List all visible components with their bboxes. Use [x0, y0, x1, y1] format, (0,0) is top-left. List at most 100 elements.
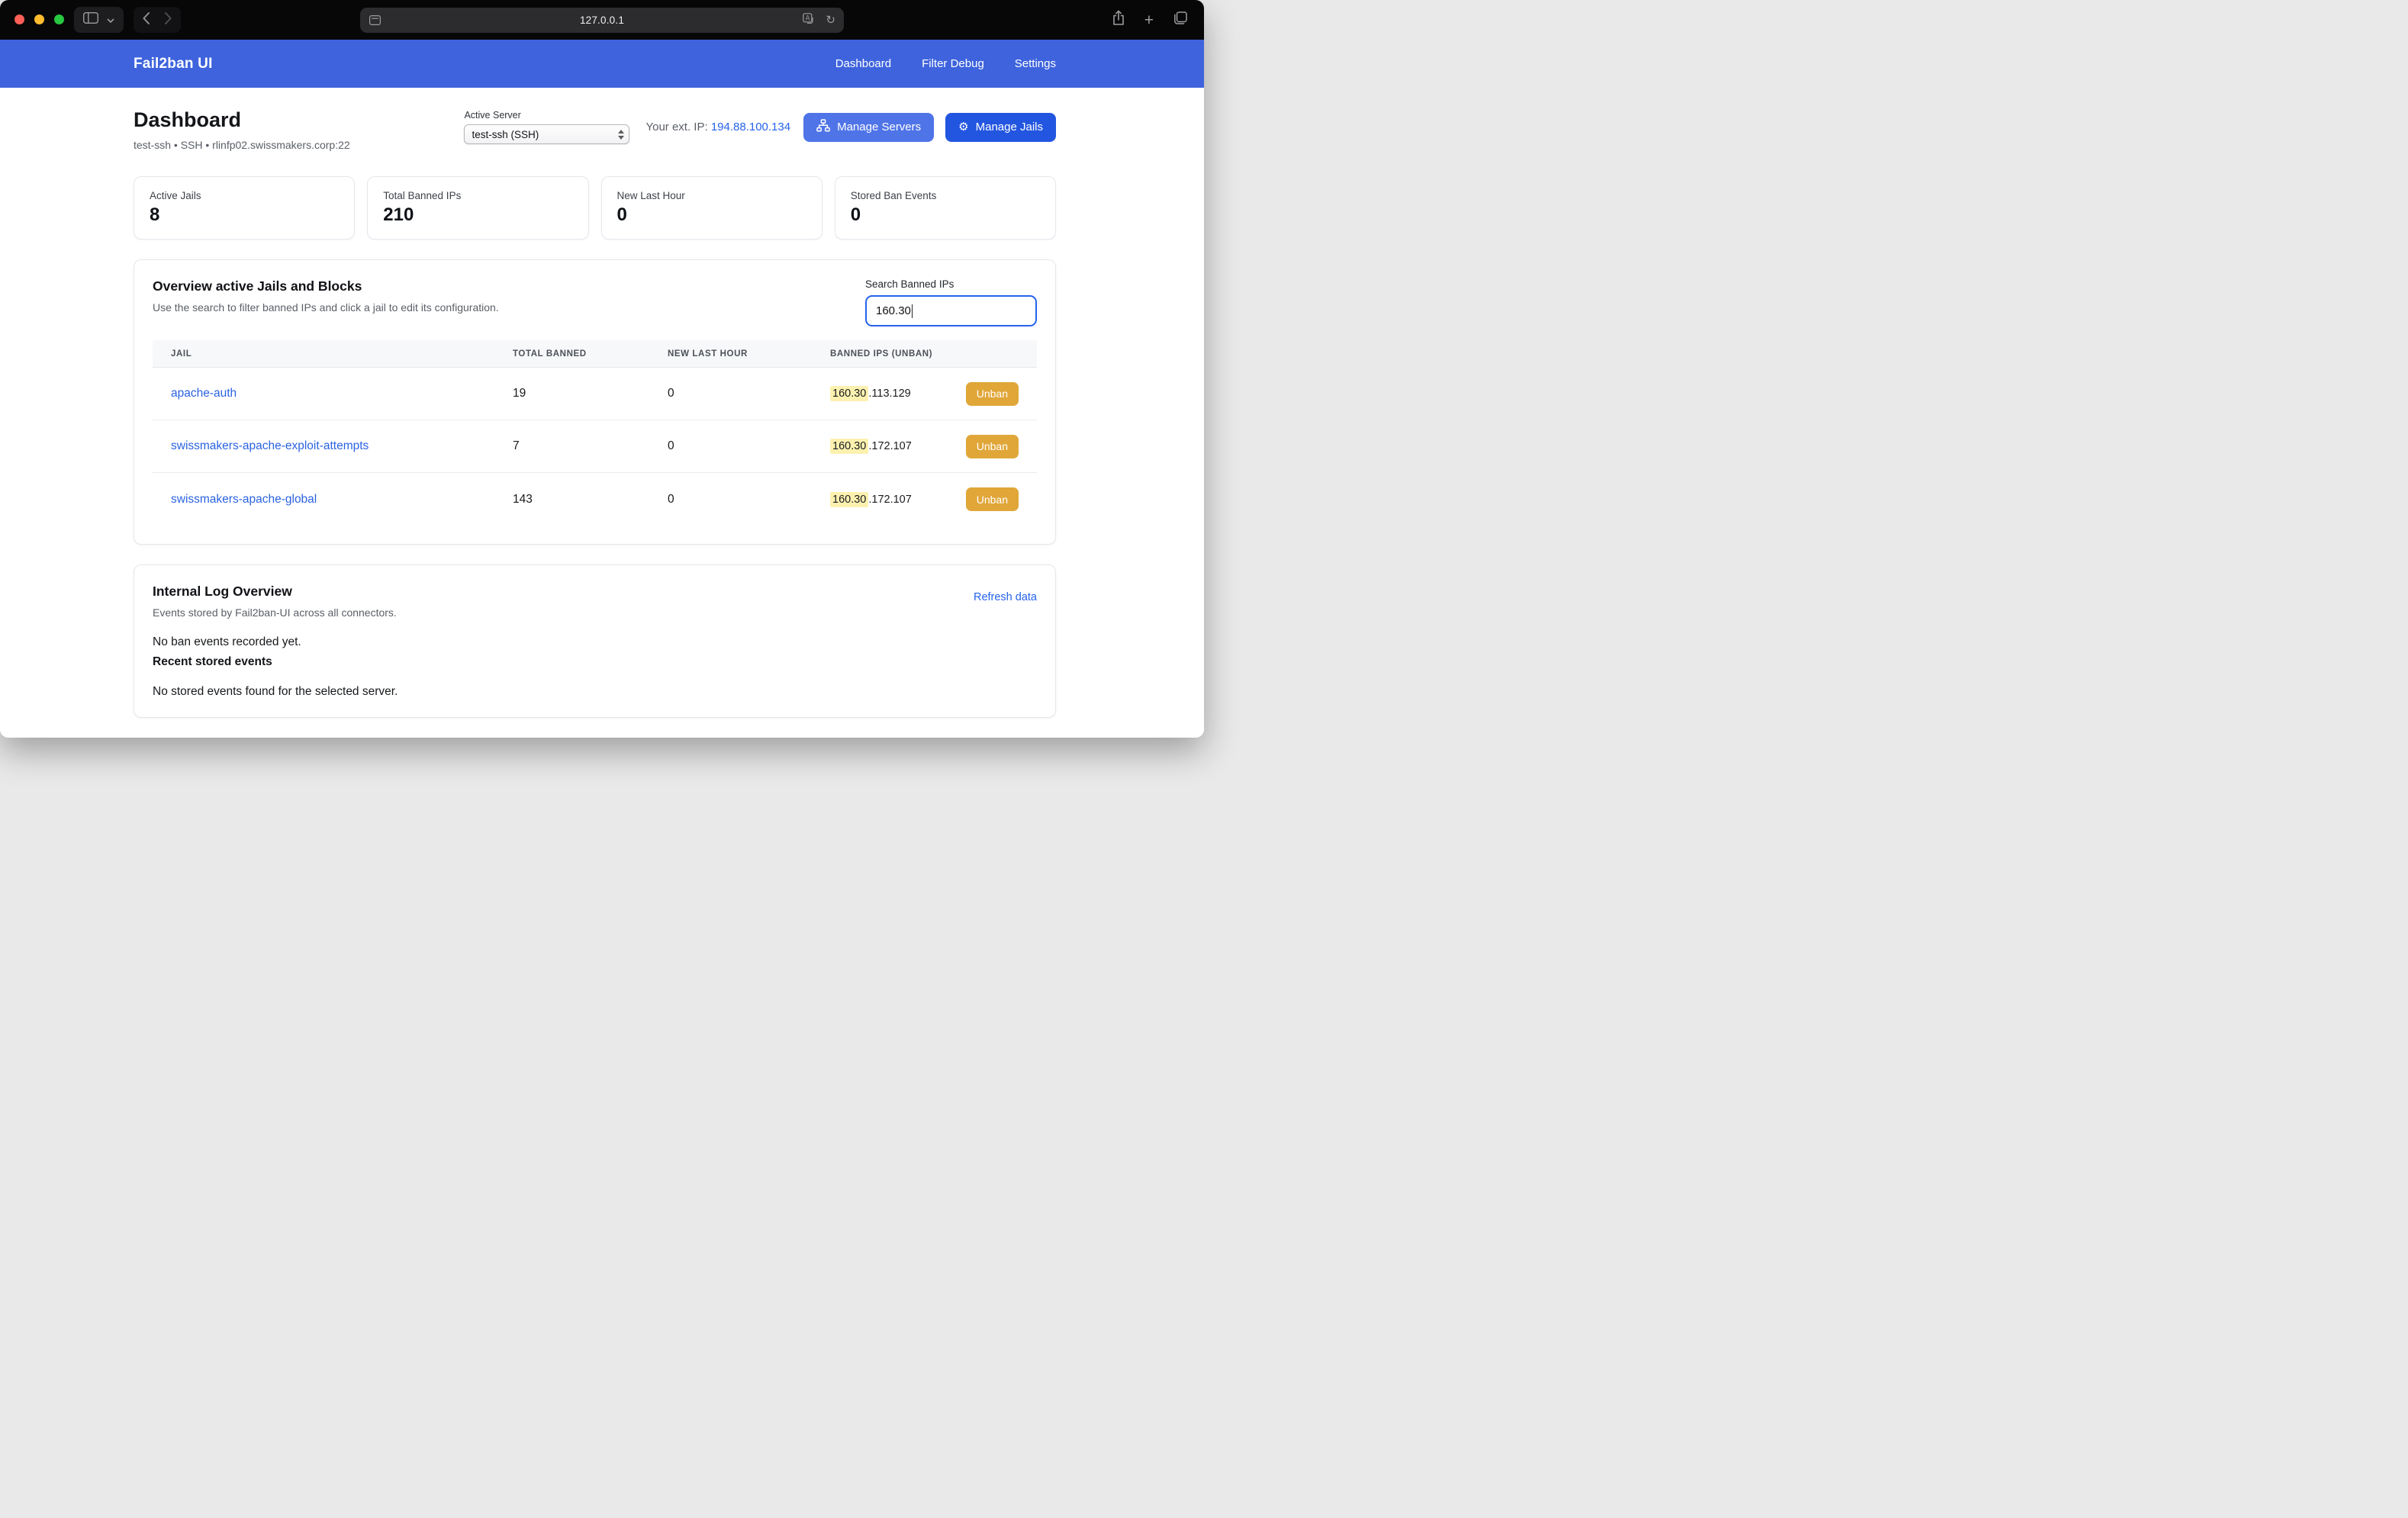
internal-log-panel: Internal Log Overview Events stored by F…: [134, 564, 1056, 718]
log-subtitle: Events stored by Fail2ban-UI across all …: [153, 606, 397, 619]
manage-servers-button[interactable]: Manage Servers: [803, 113, 934, 142]
nav-item-settings[interactable]: Settings: [1015, 57, 1056, 70]
page-title: Dashboard: [134, 108, 350, 132]
share-icon[interactable]: [1112, 10, 1125, 30]
stat-card-active-jails: Active Jails 8: [134, 176, 355, 240]
svg-text:A: A: [806, 14, 810, 22]
servers-icon: [816, 119, 830, 135]
toolbar-left: [74, 7, 181, 33]
stat-value: 0: [851, 204, 1040, 226]
stat-value: 0: [617, 204, 806, 226]
nav-item-filter-debug[interactable]: Filter Debug: [922, 57, 984, 70]
unban-button[interactable]: Unban: [966, 487, 1019, 511]
address-bar-actions: A ↻: [803, 8, 835, 33]
browser-titlebar: 127.0.0.1 A ↻ +: [0, 0, 1204, 40]
external-ip-label: Your ext. IP:: [645, 121, 707, 133]
address-bar[interactable]: 127.0.0.1 A ↻: [360, 8, 844, 33]
col-banned-ips: BANNED IPS (UNBAN): [812, 349, 1037, 359]
overview-subtitle: Use the search to filter banned IPs and …: [153, 301, 499, 314]
jail-link[interactable]: apache-auth: [171, 387, 237, 400]
sidebar-toggle-button[interactable]: [74, 7, 124, 33]
sidebar-icon: [83, 12, 98, 27]
minimize-window-button[interactable]: [34, 14, 44, 24]
zoom-window-button[interactable]: [54, 14, 64, 24]
ip-highlight: 160.30: [830, 386, 868, 401]
col-total-banned: TOTAL BANNED: [494, 349, 649, 359]
ip-rest: .172.107: [868, 494, 911, 506]
external-ip-value: 194.88.100.134: [711, 121, 790, 133]
recent-events-empty-message: No stored events found for the selected …: [153, 685, 1037, 699]
unban-button[interactable]: Unban: [966, 435, 1019, 458]
close-window-button[interactable]: [14, 14, 24, 24]
external-ip: Your ext. IP: 194.88.100.134: [645, 121, 790, 133]
unban-button[interactable]: Unban: [966, 382, 1019, 406]
url-text: 127.0.0.1: [580, 14, 624, 26]
manage-jails-button[interactable]: ⚙ Manage Jails: [945, 113, 1056, 142]
search-banned-ips-input[interactable]: 160.30: [865, 295, 1037, 326]
active-server-select[interactable]: test-ssh (SSH): [464, 124, 629, 144]
total-banned-value: 19: [494, 387, 649, 400]
table-row: swissmakers-apache-exploit-attempts 7 0 …: [153, 420, 1037, 473]
new-last-hour-value: 0: [649, 387, 812, 400]
tab-overview-icon[interactable]: [1173, 11, 1187, 28]
browser-window: 127.0.0.1 A ↻ +: [0, 0, 1204, 738]
stat-card-total-banned: Total Banned IPs 210: [367, 176, 588, 240]
stat-card-stored-events: Stored Ban Events 0: [835, 176, 1056, 240]
translate-icon[interactable]: A: [803, 13, 816, 28]
toolbar-right: +: [1112, 0, 1187, 40]
table-header-row: JAIL TOTAL BANNED NEW LAST HOUR BANNED I…: [153, 340, 1037, 368]
app-navbar: Fail2ban UI Dashboard Filter Debug Setti…: [0, 40, 1204, 88]
select-stepper-icon: [618, 130, 624, 140]
jail-link[interactable]: swissmakers-apache-exploit-attempts: [171, 439, 369, 452]
stat-card-new-last-hour: New Last Hour 0: [601, 176, 823, 240]
stat-label: Total Banned IPs: [383, 190, 572, 201]
refresh-data-link[interactable]: Refresh data: [974, 591, 1037, 603]
stat-label: Active Jails: [150, 190, 339, 201]
search-group: Search Banned IPs 160.30: [865, 278, 1037, 326]
back-icon[interactable]: [143, 12, 150, 28]
stat-value: 8: [150, 204, 339, 226]
ip-highlight: 160.30: [830, 492, 868, 507]
active-server-label: Active Server: [464, 110, 629, 121]
banned-ip: 160.30 .113.129: [830, 386, 911, 401]
ip-rest: .113.129: [868, 388, 910, 400]
nav-item-dashboard[interactable]: Dashboard: [835, 57, 891, 70]
gear-icon: ⚙: [958, 121, 968, 133]
stat-label: New Last Hour: [617, 190, 806, 201]
manage-servers-label: Manage Servers: [837, 121, 921, 133]
active-server-value: test-ssh (SSH): [472, 129, 539, 140]
chevron-down-icon[interactable]: [107, 13, 114, 27]
jail-link[interactable]: swissmakers-apache-global: [171, 493, 317, 506]
jails-table: JAIL TOTAL BANNED NEW LAST HOUR BANNED I…: [153, 340, 1037, 526]
search-label: Search Banned IPs: [865, 278, 1037, 290]
new-last-hour-value: 0: [649, 493, 812, 507]
stat-value: 210: [383, 204, 572, 226]
page-settings-icon[interactable]: [369, 15, 381, 29]
col-jail: JAIL: [153, 349, 494, 359]
main-content: Dashboard test-ssh • SSH • rlinfp02.swis…: [0, 88, 1204, 738]
table-row: swissmakers-apache-global 143 0 160.30 .…: [153, 473, 1037, 526]
header-controls: Active Server test-ssh (SSH) Your ext. I…: [464, 110, 1056, 144]
total-banned-value: 7: [494, 439, 649, 453]
active-server-group: Active Server test-ssh (SSH): [464, 110, 629, 144]
jails-overview-panel: Overview active Jails and Blocks Use the…: [134, 259, 1056, 545]
app-brand: Fail2ban UI: [134, 56, 213, 72]
log-empty-message: No ban events recorded yet.: [153, 635, 1037, 649]
forward-icon[interactable]: [165, 12, 172, 28]
new-last-hour-value: 0: [649, 439, 812, 453]
banned-ip: 160.30 .172.107: [830, 492, 912, 507]
table-row: apache-auth 19 0 160.30 .113.129 Unban: [153, 368, 1037, 420]
page-subtitle: test-ssh • SSH • rlinfp02.swissmakers.co…: [134, 139, 350, 151]
reload-icon[interactable]: ↻: [826, 14, 835, 26]
window-controls: [14, 14, 64, 24]
history-nav-group: [134, 7, 181, 33]
banned-ip: 160.30 .172.107: [830, 439, 912, 454]
col-new-last-hour: NEW LAST HOUR: [649, 349, 812, 359]
text-caret: [912, 304, 913, 318]
ip-rest: .172.107: [868, 440, 911, 452]
total-banned-value: 143: [494, 493, 649, 507]
overview-title: Overview active Jails and Blocks: [153, 278, 499, 294]
nav-links: Dashboard Filter Debug Settings: [835, 57, 1056, 70]
ip-highlight: 160.30: [830, 439, 868, 454]
new-tab-icon[interactable]: +: [1144, 12, 1154, 28]
